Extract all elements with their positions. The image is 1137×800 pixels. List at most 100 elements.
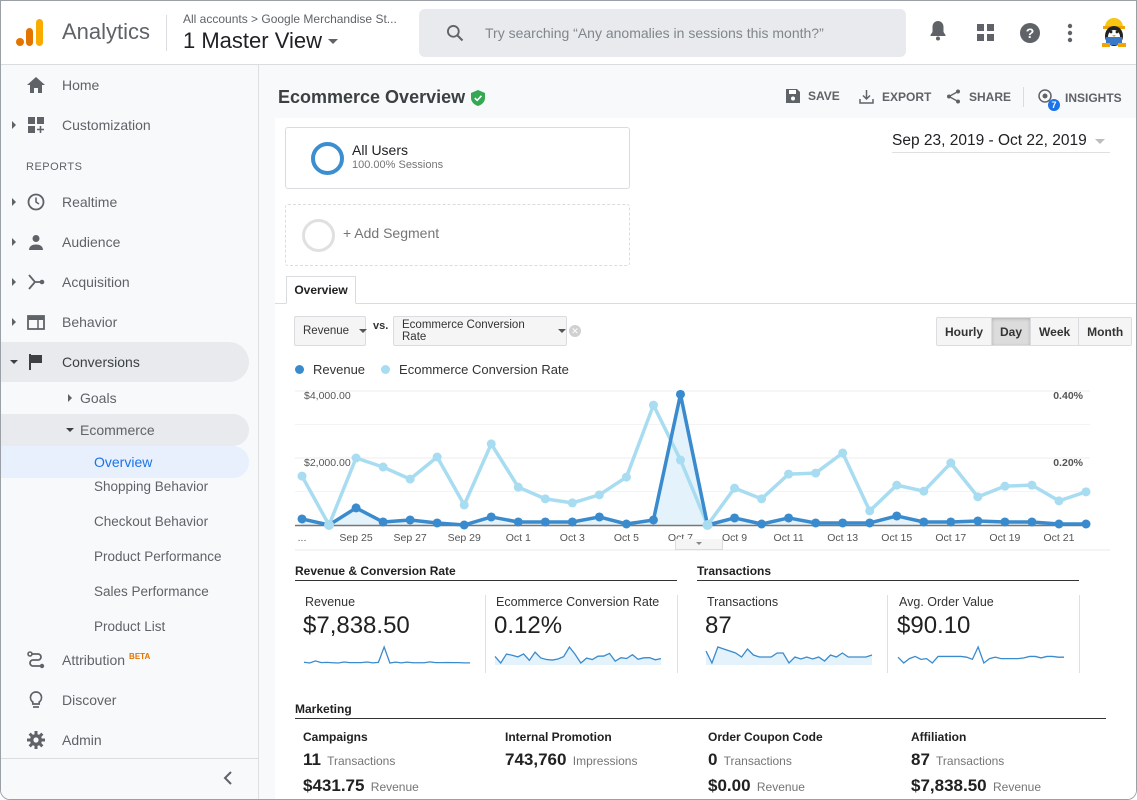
data-point-conversion-rate — [892, 480, 902, 490]
sidebar-item-customization[interactable]: Customization — [1, 105, 249, 145]
period-month[interactable]: Month — [1079, 318, 1132, 345]
sidebar: Home Customization REPORTS Realtime Audi… — [1, 65, 259, 799]
sparkline-line — [303, 645, 470, 664]
legend-dot-conversion — [381, 365, 391, 374]
view-selector[interactable]: 1 Master View — [183, 28, 338, 54]
data-point-conversion-rate — [919, 486, 929, 496]
y-axis-right-label: 0.20% — [1053, 457, 1083, 469]
period-hourly[interactable]: Hourly — [937, 318, 993, 345]
marketing-campaigns[interactable]: Campaigns 11 Transactions $431.75 Revenu… — [303, 730, 419, 796]
sidebar-item-overview[interactable]: Overview — [1, 446, 249, 478]
sidebar-item-product-performance[interactable]: Product Performance — [94, 548, 244, 566]
legend-label: Ecommerce Conversion Rate — [399, 362, 569, 377]
metric-avg-order-value[interactable]: Avg. Order Value $90.10 — [887, 595, 1067, 673]
search-input[interactable] — [485, 25, 885, 41]
metric-transactions[interactable]: Transactions 87 — [695, 595, 875, 673]
secondary-metric-select[interactable]: Ecommerce Conversion Rate — [393, 316, 567, 346]
data-point-conversion-rate — [459, 500, 469, 510]
primary-metric-value: Revenue — [303, 325, 350, 337]
save-button[interactable]: SAVE — [786, 89, 840, 103]
chevron-down-icon — [359, 329, 368, 333]
top-bar: Analytics All accounts > Google Merchand… — [1, 1, 1136, 65]
customization-icon — [26, 115, 46, 135]
analytics-logo-icon[interactable] — [15, 17, 45, 47]
chevron-down-icon — [1094, 138, 1105, 144]
help-icon[interactable]: ? — [1019, 22, 1041, 44]
sidebar-item-ecommerce[interactable]: Ecommerce — [1, 414, 249, 446]
marketing-row: $431.75 Revenue — [303, 776, 419, 796]
user-avatar[interactable] — [1098, 15, 1130, 49]
marketing-affiliation[interactable]: Affiliation 87 Transactions $7,838.50 Re… — [911, 730, 1041, 796]
sidebar-item-shopping-behavior[interactable]: Shopping Behavior — [94, 478, 244, 496]
share-button[interactable]: SHARE — [946, 89, 1011, 104]
marketing-row: $7,838.50 Revenue — [911, 776, 1041, 796]
primary-metric-select[interactable]: Revenue — [294, 316, 368, 346]
collapse-sidebar-icon[interactable] — [223, 771, 233, 785]
data-point-revenue — [1054, 519, 1064, 529]
secondary-metric-value: Ecommerce Conversion Rate — [402, 319, 525, 343]
sidebar-item-discover[interactable]: Discover — [1, 680, 249, 720]
sidebar-item-acquisition[interactable]: Acquisition — [1, 262, 249, 302]
chart-resize-handle[interactable] — [675, 539, 723, 550]
sparkline — [897, 645, 1064, 665]
marketing-item-title: Order Coupon Code — [708, 730, 823, 744]
tab-overview[interactable]: Overview — [286, 276, 356, 304]
segment-all-users[interactable]: All Users 100.00% Sessions — [285, 127, 630, 189]
period-day[interactable]: Day — [992, 318, 1032, 345]
apps-grid-icon[interactable] — [977, 24, 995, 42]
data-point-revenue — [838, 518, 848, 528]
home-icon — [26, 75, 46, 95]
export-button[interactable]: EXPORT — [859, 89, 931, 104]
data-point-conversion-rate — [730, 483, 740, 493]
search-bar[interactable] — [419, 9, 906, 57]
expand-arrow-icon — [12, 121, 16, 129]
data-point-revenue — [351, 503, 361, 513]
sidebar-item-audience[interactable]: Audience — [1, 222, 249, 262]
legend-item-revenue[interactable]: Revenue — [295, 362, 365, 377]
data-point-revenue — [648, 515, 658, 525]
data-point-conversion-rate — [594, 490, 604, 500]
sidebar-item-label: Acquisition — [62, 274, 130, 290]
more-vert-icon[interactable] — [1067, 23, 1073, 43]
metric-value: 87 — [705, 612, 732, 639]
sidebar-item-attribution[interactable]: Attribution BETA — [1, 640, 249, 680]
sidebar-item-conversions[interactable]: Conversions — [1, 342, 249, 382]
metric-revenue[interactable]: Revenue $7,838.50 — [293, 595, 473, 673]
revenue-conversion-chart[interactable]: $2,000.00 $4,000.00 0.20% 0.40%... Sep 25 Sep… — [275, 380, 1137, 555]
sidebar-item-behavior[interactable]: Behavior — [1, 302, 249, 342]
metric-conversion-rate[interactable]: Ecommerce Conversion Rate 0.12% — [484, 595, 664, 673]
data-point-conversion-rate — [648, 400, 658, 410]
data-point-conversion-rate — [486, 439, 496, 449]
metric-value: 0.12% — [494, 612, 563, 639]
save-icon — [786, 89, 800, 103]
period-week[interactable]: Week — [1031, 318, 1080, 345]
metric-label: Avg. Order Value — [899, 595, 994, 609]
marketing-item-title: Internal Promotion — [505, 730, 612, 744]
attribution-label-wrap: Attribution BETA — [62, 652, 150, 668]
legend-item-conversion[interactable]: Ecommerce Conversion Rate — [381, 362, 569, 377]
sidebar-item-home[interactable]: Home — [1, 65, 249, 105]
marketing-unit: Revenue — [756, 780, 805, 794]
account-breadcrumb[interactable]: All accounts > Google Merchandise St... — [183, 12, 397, 26]
marketing-order-coupon-code[interactable]: Order Coupon Code 0 Transactions $0.00 R… — [708, 730, 823, 796]
sidebar-item-goals[interactable]: Goals — [1, 382, 249, 414]
insights-icon-wrap: 7 — [1037, 89, 1060, 111]
sidebar-item-checkout-behavior[interactable]: Checkout Behavior — [94, 513, 244, 531]
view-name: 1 Master View — [183, 28, 322, 53]
export-label: EXPORT — [882, 89, 932, 104]
data-point-revenue — [946, 517, 956, 527]
bell-icon[interactable] — [928, 19, 948, 41]
insights-button[interactable]: 7 INSIGHTS — [1037, 89, 1122, 111]
date-range-picker[interactable]: Sep 23, 2019 - Oct 22, 2019 — [892, 130, 1110, 153]
sidebar-item-product-list[interactable]: Product List — [94, 618, 244, 636]
sidebar-item-sales-performance[interactable]: Sales Performance — [94, 583, 244, 601]
clear-comparison-icon[interactable]: ✕ — [569, 325, 581, 337]
attribution-icon — [26, 650, 46, 670]
data-point-conversion-rate — [432, 452, 442, 462]
x-axis-tick-label: Oct 9 — [722, 532, 747, 544]
data-point-revenue — [621, 519, 631, 529]
marketing-internal-promotion[interactable]: Internal Promotion 743,760 Impressions — [505, 730, 637, 770]
sidebar-item-admin[interactable]: Admin — [1, 720, 249, 760]
sidebar-item-realtime[interactable]: Realtime — [1, 182, 249, 222]
add-segment-button[interactable]: + Add Segment — [285, 204, 630, 266]
